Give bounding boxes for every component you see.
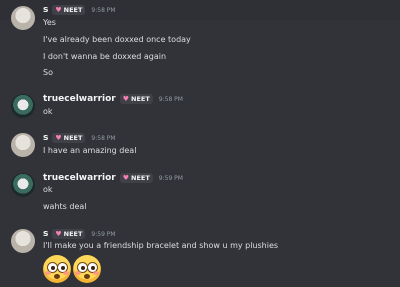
message-text: wahts deal [43, 202, 87, 211]
message-header: s ♥ NEET 9:58 PM [43, 131, 116, 145]
message-text: ok [43, 107, 53, 116]
message-text: I'll make you a friendship bracelet and … [43, 241, 279, 250]
message-text: I've already been doxxed once today [43, 35, 191, 44]
message-group: s ♥ NEET 9:59 PM I'll make you a friendsh… [0, 224, 400, 287]
heart-icon: ♥ [55, 134, 62, 142]
message-text: ok [43, 185, 53, 194]
avatar[interactable] [11, 133, 35, 157]
heart-icon: ♥ [122, 174, 130, 182]
username[interactable]: s [43, 229, 48, 239]
role-badge[interactable]: ♥ NEET [119, 173, 153, 183]
timestamp: 9:59 PM [91, 230, 116, 238]
timestamp: 9:58 PM [91, 6, 116, 14]
username[interactable]: s [43, 5, 48, 15]
timestamp: 9:58 PM [158, 95, 183, 103]
timestamp: 9:58 PM [91, 134, 116, 142]
username[interactable]: truecelwarrior [43, 173, 116, 183]
role-badge[interactable]: ♥ NEET [119, 94, 153, 104]
avatar[interactable] [11, 173, 35, 197]
role-badge[interactable]: ♥ NEET [52, 5, 86, 15]
avatar[interactable] [11, 229, 35, 253]
message-text: I don't wanna be doxxed again [43, 52, 167, 61]
message-header: truecelwarrior ♥ NEET 9:58 PM [43, 92, 183, 106]
message-header: truecelwarrior ♥ NEET 9:59 PM [43, 171, 183, 185]
message-group: s ♥ NEET 9:58 PM Yes I've already been do… [0, 0, 400, 82]
avatar[interactable] [11, 6, 35, 30]
role-badge[interactable]: ♥ NEET [52, 133, 86, 143]
username[interactable]: truecelwarrior [43, 94, 116, 104]
flushed-face-icon[interactable] [43, 255, 71, 283]
timestamp: 9:59 PM [158, 174, 183, 182]
avatar[interactable] [11, 94, 35, 118]
heart-icon: ♥ [122, 95, 130, 103]
message-text: Yes [43, 18, 56, 27]
role-badge[interactable]: ♥ NEET [52, 229, 86, 239]
message-text: I have an amazing deal [43, 146, 137, 155]
message-group: truecelwarrior ♥ NEET 9:58 PM ok [0, 88, 400, 124]
heart-icon: ♥ [55, 230, 62, 238]
message-header: s ♥ NEET 9:59 PM [43, 227, 116, 241]
flushed-face-icon[interactable] [73, 255, 101, 283]
message-header: s ♥ NEET 9:58 PM [43, 3, 116, 17]
message-text: So [43, 68, 53, 77]
heart-icon: ♥ [55, 6, 62, 14]
message-group: s ♥ NEET 9:58 PM I have an amazing deal [0, 128, 400, 162]
message-group: truecelwarrior ♥ NEET 9:59 PM ok wahts de… [0, 168, 400, 218]
username[interactable]: s [43, 133, 48, 143]
